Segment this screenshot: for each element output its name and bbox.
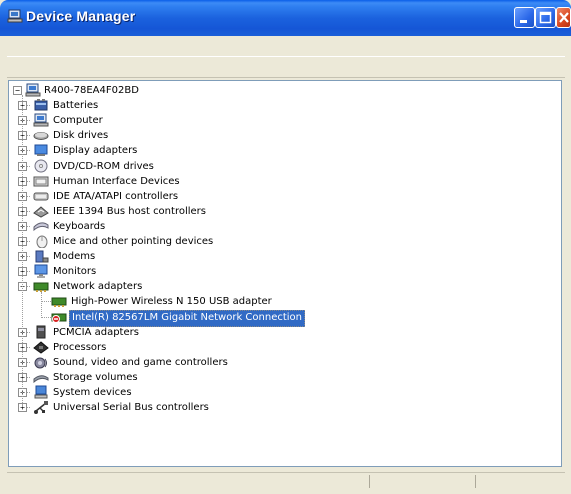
dvd-icon — [34, 159, 48, 172]
close-icon — [559, 12, 569, 23]
tree-item-label[interactable]: IEEE 1394 Bus host controllers — [51, 204, 208, 219]
minimize-icon — [520, 20, 527, 23]
tree-item-label[interactable]: Modems — [51, 249, 97, 264]
processor-icon — [33, 341, 49, 354]
tree-item-label[interactable]: Display adapters — [51, 143, 139, 158]
tree-item-label[interactable]: Network adapters — [51, 279, 144, 294]
tree-connector — [41, 301, 51, 303]
tree-item-label[interactable]: Batteries — [51, 98, 100, 113]
ide-icon — [33, 192, 49, 201]
tree-item-label[interactable]: Processors — [51, 340, 108, 355]
collapse-icon[interactable]: − — [13, 86, 22, 95]
tree-item-label[interactable]: IDE ATA/ATAPI controllers — [51, 189, 180, 204]
network-card-disabled-icon — [51, 313, 67, 323]
usb-icon — [34, 401, 48, 415]
tree-item-label[interactable]: Human Interface Devices — [51, 174, 182, 189]
tree-item-label[interactable]: DVD/CD-ROM drives — [51, 159, 156, 174]
keyboard-icon — [33, 222, 49, 231]
tree-item-label[interactable]: Universal Serial Bus controllers — [51, 400, 211, 415]
tree-item-label[interactable]: Monitors — [51, 264, 98, 279]
tree-item-label[interactable]: Computer — [51, 113, 105, 128]
ieee1394-icon — [33, 206, 49, 218]
tree-connector — [22, 95, 23, 408]
maximize-button[interactable] — [535, 7, 556, 28]
tree-connector — [41, 292, 42, 317]
modem-icon — [35, 250, 49, 263]
tree-item-label[interactable]: Sound, video and game controllers — [51, 355, 230, 370]
tree-item-label[interactable]: Keyboards — [51, 219, 107, 234]
status-bar — [7, 472, 565, 490]
tree-item-label[interactable]: Storage volumes — [51, 370, 140, 385]
battery-icon — [34, 99, 48, 111]
tree-item-label[interactable]: Disk drives — [51, 128, 110, 143]
computer-icon — [25, 83, 41, 97]
hid-icon — [33, 176, 49, 187]
status-bar-divider — [369, 475, 370, 488]
tree-connector — [41, 316, 51, 318]
network-adapter-icon — [33, 282, 49, 293]
sound-icon — [34, 357, 47, 369]
computer-icon — [33, 113, 49, 127]
close-button[interactable] — [556, 7, 571, 28]
tree-item-label[interactable]: PCMCIA adapters — [51, 325, 141, 340]
minimize-button[interactable] — [514, 7, 535, 28]
pcmcia-icon — [36, 325, 46, 339]
title-bar[interactable]: Device Manager — [0, 0, 571, 36]
monitor-icon — [34, 264, 48, 279]
window-title: Device Manager — [26, 8, 136, 24]
storage-icon — [33, 375, 49, 383]
maximize-icon — [539, 11, 552, 24]
device-tree: − R400-78EA4F02BD + Batteries + Computer + Disk… — [9, 81, 561, 466]
device-manager-window: Device Manager − R400-78EA4F02BD + Batterie… — [0, 0, 571, 494]
toolbar — [7, 56, 565, 78]
status-bar-divider — [475, 475, 476, 488]
device-tree-pane[interactable]: − R400-78EA4F02BD + Batteries + Computer + Disk… — [8, 80, 562, 467]
mouse-icon — [36, 235, 48, 248]
disk-drive-icon — [33, 132, 49, 141]
tree-item-label[interactable]: High-Power Wireless N 150 USB adapter — [69, 294, 274, 309]
device-manager-icon — [7, 9, 23, 23]
menu-bar — [7, 36, 565, 56]
tree-item-label[interactable]: System devices — [51, 385, 134, 400]
display-adapter-icon — [34, 144, 48, 157]
tree-item-label[interactable]: R400-78EA4F02BD — [42, 83, 141, 98]
tree-item-label[interactable]: Mice and other pointing devices — [51, 234, 215, 249]
system-device-icon — [34, 385, 48, 399]
network-card-icon — [51, 297, 67, 308]
